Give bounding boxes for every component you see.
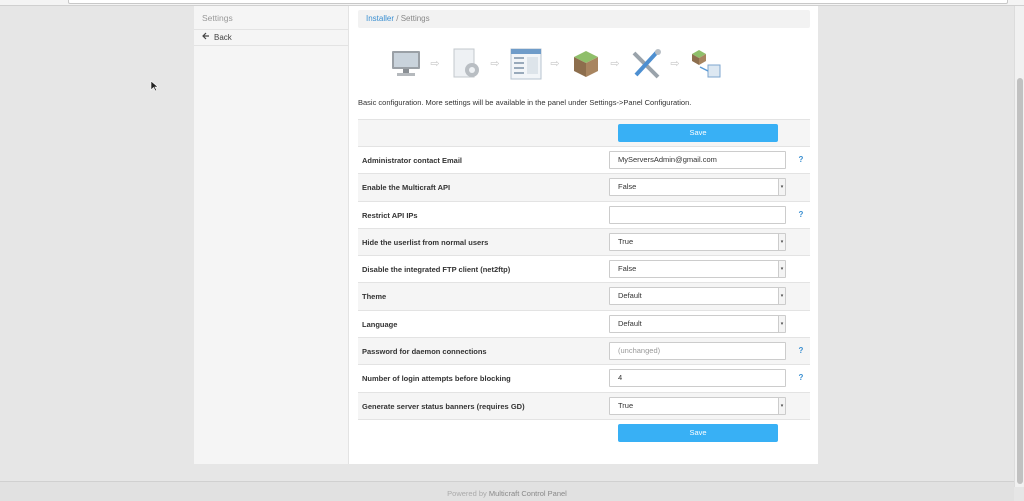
select-value: True — [618, 400, 634, 410]
footer: Powered by Multicraft Control Panel — [0, 481, 1014, 501]
scrollbar-thumb[interactable] — [1017, 78, 1023, 484]
back-link[interactable]: Back — [194, 30, 348, 46]
main-content: Installer / Settings ⇨ ⇨ ⇨ ⇨ ⇨ Basic con… — [358, 6, 810, 464]
field-row-theme: Theme Default ▾ — [358, 283, 810, 311]
arrow-right-icon: ⇨ — [550, 58, 560, 70]
enable-api-select[interactable]: False ▾ — [609, 178, 786, 197]
settings-form: Save Administrator contact Email MyServe… — [358, 119, 810, 420]
tools-icon — [628, 47, 664, 81]
breadcrumb-separator: / — [396, 14, 399, 23]
config-list-icon — [508, 47, 544, 81]
field-row-hide-userlist: Hide the userlist from normal users True… — [358, 228, 810, 257]
hide-userlist-select[interactable]: True ▾ — [609, 232, 786, 251]
login-attempts-input[interactable]: 4 — [609, 369, 786, 388]
field-row-login-attempts: Number of login attempts before blocking… — [358, 365, 810, 393]
arrow-right-icon: ⇨ — [430, 58, 440, 70]
restrict-api-ips-input[interactable] — [609, 205, 786, 224]
footer-link[interactable]: Multicraft Control Panel — [489, 489, 567, 498]
footer-prefix: Powered by — [447, 489, 487, 498]
theme-select[interactable]: Default ▾ — [609, 287, 786, 306]
field-row-daemon-password: Password for daemon connections (unchang… — [358, 338, 810, 366]
arrow-right-icon: ⇨ — [610, 58, 620, 70]
arrow-left-icon — [202, 30, 210, 46]
field-label: Restrict API IPs — [362, 210, 418, 220]
select-value: False — [618, 182, 637, 192]
select-value: Default — [618, 291, 642, 301]
chevron-down-icon[interactable]: ▾ — [778, 261, 785, 278]
breadcrumb-installer[interactable]: Installer — [366, 14, 394, 23]
field-label: Enable the Multicraft API — [362, 183, 451, 193]
daemon-password-input[interactable]: (unchanged) — [609, 342, 786, 361]
save-button-bottom[interactable]: Save — [618, 424, 778, 442]
settings-doc-icon — [448, 47, 484, 81]
bottom-save-row: Save — [358, 420, 810, 447]
back-label: Back — [214, 32, 232, 42]
field-row-status-banners: Generate server status banners (requires… — [358, 392, 810, 420]
mouse-cursor-icon — [150, 80, 160, 92]
disable-ftp-select[interactable]: False ▾ — [609, 260, 786, 279]
wizard-steps: ⇨ ⇨ ⇨ ⇨ ⇨ — [388, 44, 728, 84]
network-blocks-icon — [688, 47, 724, 81]
sidebar-title: Settings — [194, 6, 348, 30]
intro-text: Basic configuration. More settings will … — [358, 98, 692, 107]
help-icon[interactable]: ? — [796, 210, 806, 220]
field-label: Generate server status banners (requires… — [362, 401, 525, 411]
field-label: Language — [362, 319, 398, 329]
chevron-down-icon[interactable]: ▾ — [778, 233, 785, 250]
top-save-row: Save — [358, 120, 810, 147]
field-row-enable-api: Enable the Multicraft API False ▾ — [358, 174, 810, 202]
arrow-right-icon: ⇨ — [490, 58, 500, 70]
field-label: Theme — [362, 292, 387, 302]
chevron-down-icon[interactable]: ▾ — [778, 179, 785, 196]
status-banners-select[interactable]: True ▾ — [609, 396, 786, 415]
help-icon[interactable]: ? — [796, 346, 806, 356]
select-value: Default — [618, 318, 642, 328]
select-value: True — [618, 236, 634, 246]
arrow-right-icon: ⇨ — [670, 58, 680, 70]
field-label: Hide the userlist from normal users — [362, 237, 489, 247]
field-row-language: Language Default ▾ — [358, 311, 810, 339]
field-row-restrict-api-ips: Restrict API IPs ? — [358, 202, 810, 229]
language-select[interactable]: Default ▾ — [609, 314, 786, 333]
address-bar[interactable] — [68, 0, 1008, 4]
admin-email-input[interactable]: MyServersAdmin@gmail.com — [609, 151, 786, 169]
field-label: Disable the integrated FTP client (net2f… — [362, 265, 511, 275]
chevron-down-icon[interactable]: ▾ — [778, 288, 785, 305]
field-label: Number of login attempts before blocking — [362, 374, 511, 384]
field-label: Administrator contact Email — [362, 156, 463, 165]
scrollbar[interactable] — [1014, 6, 1024, 487]
help-icon[interactable]: ? — [796, 373, 806, 383]
field-row-admin-email: Administrator contact Email MyServersAdm… — [358, 147, 810, 175]
blocks-icon — [568, 47, 604, 81]
field-row-disable-ftp: Disable the integrated FTP client (net2f… — [358, 256, 810, 284]
breadcrumb: Installer / Settings — [358, 10, 810, 28]
chevron-down-icon[interactable]: ▾ — [778, 315, 785, 332]
save-button[interactable]: Save — [618, 124, 778, 142]
monitor-icon — [388, 47, 424, 81]
sidebar: Settings Back — [194, 6, 349, 464]
help-icon[interactable]: ? — [796, 155, 806, 165]
chevron-down-icon[interactable]: ▾ — [778, 397, 785, 414]
page-container: Settings Back Installer / Settings ⇨ ⇨ ⇨… — [194, 6, 818, 464]
field-label: Password for daemon connections — [362, 347, 487, 357]
breadcrumb-current: Settings — [400, 14, 430, 23]
select-value: False — [618, 264, 637, 274]
